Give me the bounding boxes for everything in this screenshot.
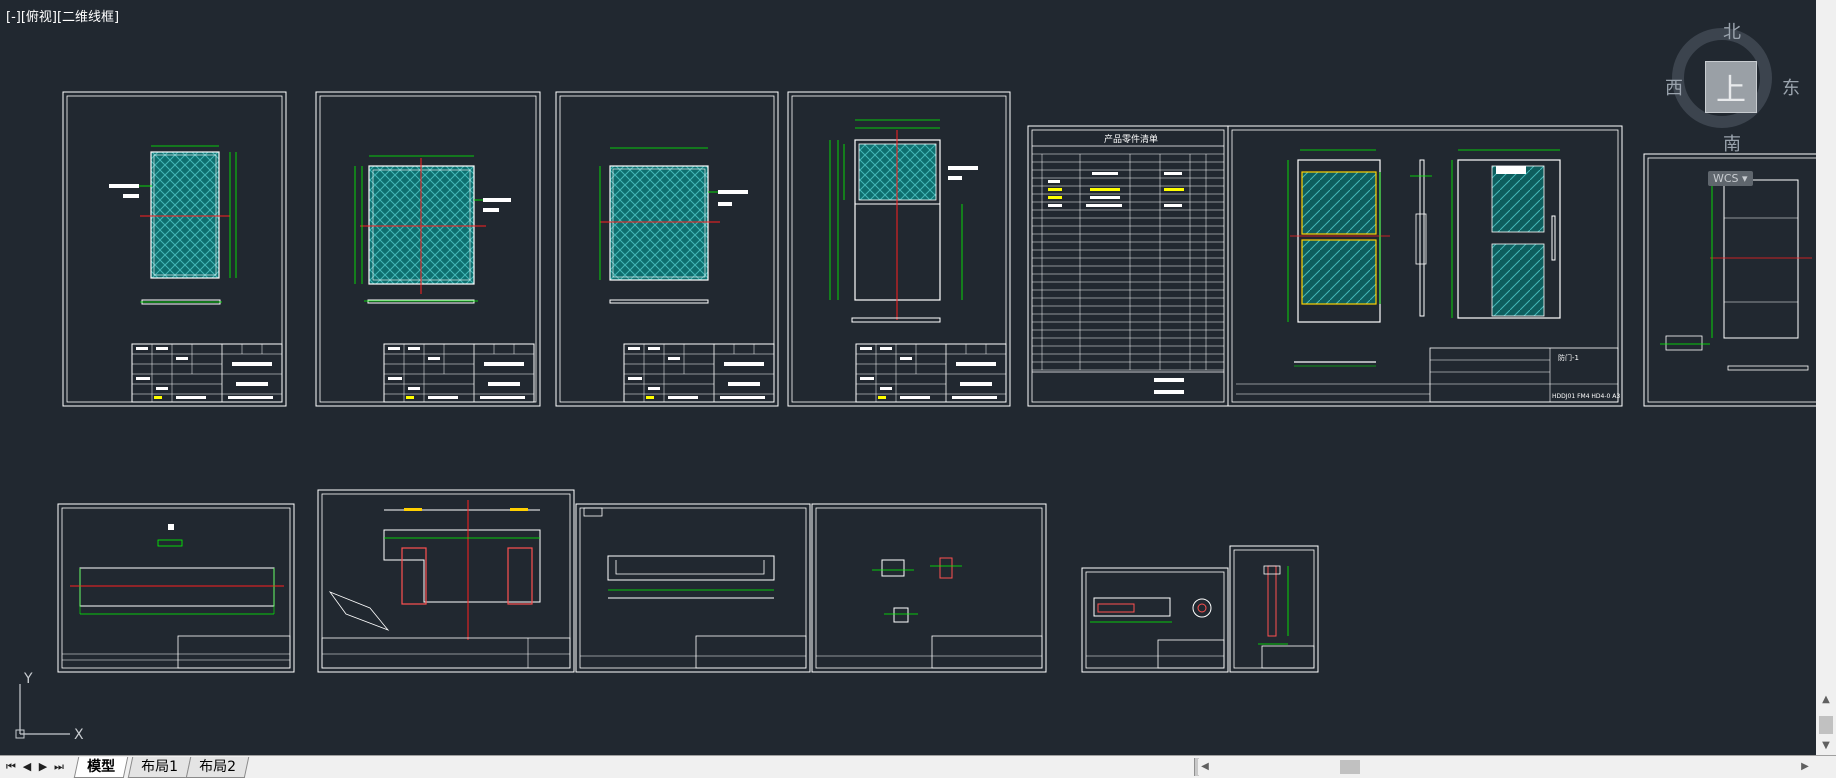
compass-west[interactable]: 西 [1665,74,1683,100]
tab-layout1[interactable]: 布局1 [127,757,192,778]
compass-east[interactable]: 东 [1782,74,1800,100]
wcs-menu[interactable]: WCS ▾ [1708,171,1753,186]
ucs-icon: Y X [15,672,84,742]
ucs-y-label: Y [23,672,33,687]
sheet-8[interactable] [57,503,295,673]
layout-tab-bar: ⏮ ◀ ▶ ⏭ 模型 布局1 布局2 ◀ ▶ [0,755,1836,778]
sheet-5-parts-list[interactable]: 产品零件清单 [1027,125,1229,407]
sheet-2[interactable] [315,91,541,407]
vertical-scrollbar[interactable]: ▲ ▼ [1816,0,1836,755]
sheet-1[interactable] [62,91,287,407]
sheet-4[interactable] [787,91,1011,407]
viewcube-top-face[interactable]: 上 [1705,61,1757,113]
last-tab-icon[interactable]: ⏭ [52,759,66,775]
scroll-right-icon[interactable]: ▶ [1798,759,1812,775]
drawing-number: HDDJ01 FM4 HD4-0 A3 [1552,393,1620,400]
ucs-x-label: X [74,727,84,742]
sheet-9[interactable] [317,489,575,673]
parts-list-title: 产品零件清单 [1104,133,1158,145]
scroll-left-icon[interactable]: ◀ [1198,759,1212,775]
tab-layout2[interactable]: 布局2 [185,757,250,778]
sheet-13[interactable] [1229,545,1319,673]
sheet-7[interactable] [1643,153,1816,407]
wcs-label: WCS [1713,172,1739,185]
sheet-3[interactable] [555,91,779,407]
sheet-12[interactable] [1081,567,1229,673]
sheet-11[interactable] [811,503,1047,673]
door-label: 防门-1 [1558,353,1579,362]
next-tab-icon[interactable]: ▶ [36,759,50,775]
scroll-down-icon[interactable]: ▼ [1820,740,1832,752]
horizontal-scroll-thumb[interactable] [1340,760,1360,774]
first-tab-icon[interactable]: ⏮ [4,759,18,775]
sheet-6-door-assembly[interactable]: 防门-1 HDDJ01 FM4 HD4-0 A3 [1227,125,1623,407]
viewcube[interactable]: 上 北 南 西 东 [1662,18,1802,158]
vertical-scroll-thumb[interactable] [1819,716,1833,734]
scroll-up-icon[interactable]: ▲ [1820,694,1832,706]
drawing-canvas[interactable]: [-][俯视][二维线框] 产品零件清单 防门-1 HDDJ01 FM4 HD4… [0,0,1816,755]
compass-north[interactable]: 北 [1723,18,1741,44]
horizontal-scrollbar[interactable]: ◀ ▶ [1198,759,1816,775]
tab-model[interactable]: 模型 [73,757,129,778]
sheet-10[interactable] [575,503,811,673]
model-space-drawing[interactable]: 产品零件清单 防门-1 HDDJ01 FM4 HD4-0 A3 [0,0,1816,755]
previous-tab-icon[interactable]: ◀ [20,759,34,775]
compass-south[interactable]: 南 [1723,130,1741,156]
